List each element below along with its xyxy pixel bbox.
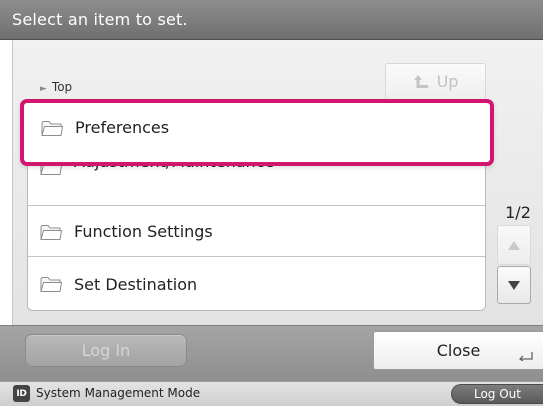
list-item-label: Set Destination [74,274,198,294]
folder-icon [40,223,62,241]
folder-icon [41,119,63,137]
folder-icon [40,275,62,293]
close-button[interactable]: Close [373,331,543,370]
login-button[interactable]: Log In [25,334,187,367]
triangle-up-icon [508,240,520,250]
page-title: Select an item to set. [12,10,188,29]
list-item-label: Function Settings [74,222,213,241]
up-button-label: Up [436,72,459,91]
up-arrow-icon [413,74,428,88]
list-item-function-settings[interactable]: Function Settings [28,207,485,257]
breadcrumb-arrow-icon: ► [40,84,47,94]
scroll-down-button[interactable] [497,266,531,304]
list-item-preferences[interactable]: Preferences [20,99,494,166]
close-button-label: Close [436,341,481,360]
logout-button[interactable]: Log Out [451,384,543,404]
return-arrow-icon [519,352,533,361]
mode-label: System Management Mode [36,386,201,400]
up-button[interactable]: Up [385,63,486,100]
triangle-down-icon [508,280,520,290]
page-indicator: 1/2 [505,203,531,222]
breadcrumb: ► Top [40,80,72,94]
title-bar: Select an item to set. [0,0,543,40]
id-icon: ID [13,385,30,402]
breadcrumb-label: Top [51,80,73,94]
list-item-set-destination[interactable]: Set Destination [28,258,485,310]
list-item-label: Preferences [75,118,170,137]
scroll-up-button[interactable] [497,225,531,265]
